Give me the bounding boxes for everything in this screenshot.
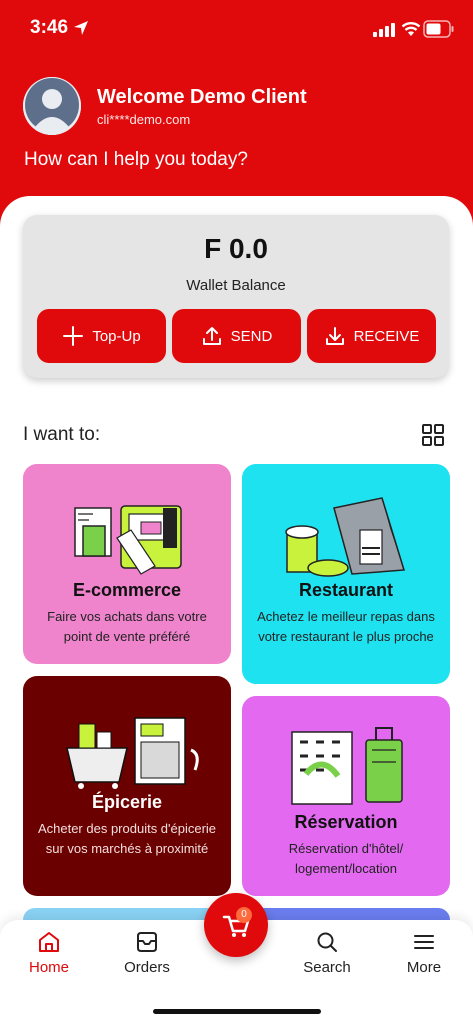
help-prompt: How can I help you today? [24, 149, 248, 170]
card-reservation[interactable]: Réservation Réservation d'hôtel/ logemen… [242, 696, 450, 896]
search-icon [317, 932, 337, 952]
home-indicator [153, 1009, 321, 1014]
home-icon [39, 932, 59, 952]
grocery-illustration [66, 717, 199, 789]
welcome-title: Welcome Demo Client [97, 86, 307, 108]
status-bar: 3:46 [0, 14, 473, 44]
grid-view-icon[interactable] [421, 423, 445, 447]
nav-search-label: Search [303, 959, 351, 976]
ecommerce-illustration [74, 505, 182, 575]
send-button[interactable]: SEND [172, 309, 301, 363]
nav-home[interactable]: Home [9, 930, 89, 976]
topup-label: Top-Up [92, 327, 141, 345]
plus-icon [63, 326, 84, 346]
location-arrow-icon [74, 21, 88, 35]
card-epicerie[interactable]: Épicerie Acheter des produits d'épicerie… [23, 676, 231, 896]
reservation-illustration [291, 727, 403, 805]
cart-count-badge: 0 [236, 907, 252, 923]
card-ecommerce[interactable]: E-commerce Faire vos achats dans votre p… [23, 464, 231, 664]
nav-more[interactable]: More [384, 930, 464, 976]
nav-orders[interactable]: Orders [107, 930, 187, 976]
upload-icon [202, 327, 221, 345]
battery-icon [423, 20, 454, 38]
topup-button[interactable]: Top-Up [37, 309, 166, 363]
send-label: SEND [230, 327, 273, 345]
nav-orders-label: Orders [124, 959, 170, 976]
card-title: Réservation [294, 812, 398, 832]
card-description: Faire vos achats dans votre point de ven… [47, 609, 207, 644]
wallet-balance: F 0.0 [204, 233, 268, 264]
section-title: I want to: [23, 424, 101, 445]
inbox-icon [137, 932, 157, 952]
user-email: cli****demo.com [97, 112, 191, 127]
nav-home-label: Home [28, 959, 69, 976]
avatar[interactable] [23, 77, 81, 135]
cart-icon [222, 915, 250, 937]
card-description: Achetez le meilleur repas dans votre res… [257, 609, 435, 644]
wallet-card: F 0.0 Wallet Balance Top-Up SEND RECEIVE [23, 215, 449, 378]
status-time: 3:46 [30, 17, 69, 38]
card-title: Restaurant [298, 580, 394, 600]
nav-search[interactable]: Search [287, 930, 367, 976]
receive-button[interactable]: RECEIVE [307, 309, 436, 363]
hamburger-menu-icon [414, 935, 434, 949]
receive-label: RECEIVE [353, 327, 420, 345]
nav-more-label: More [406, 959, 442, 976]
card-title: Épicerie [91, 792, 163, 812]
card-restaurant[interactable]: Restaurant Achetez le meilleur repas dan… [242, 464, 450, 684]
card-description: Réservation d'hôtel/ logement/location [288, 841, 404, 876]
restaurant-illustration [285, 497, 405, 577]
cart-button[interactable]: 0 [204, 893, 268, 957]
user-silhouette-icon [23, 77, 81, 135]
card-title: E-commerce [72, 580, 182, 600]
download-icon [325, 327, 344, 345]
cellular-signal-icon [373, 23, 395, 37]
wifi-icon [401, 22, 421, 36]
card-description: Acheter des produits d'épicerie sur vos … [37, 821, 217, 856]
wallet-balance-label: Wallet Balance [186, 277, 286, 294]
